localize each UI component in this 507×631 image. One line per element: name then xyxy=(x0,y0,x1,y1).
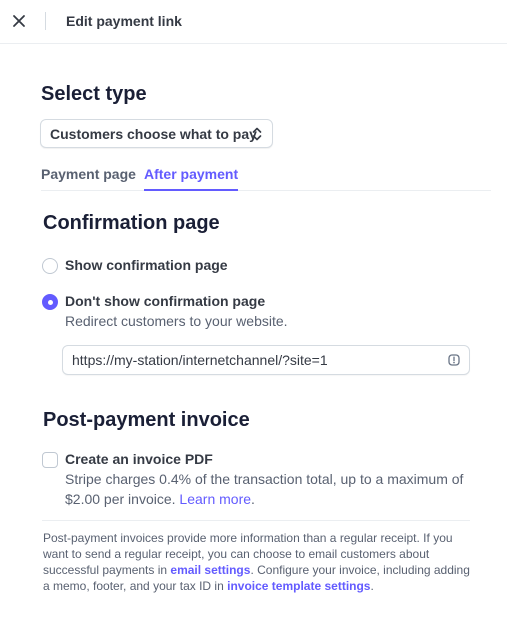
header-bar: Edit payment link xyxy=(0,0,507,44)
radio-dont-show-confirmation[interactable]: Don't show confirmation page xyxy=(42,293,265,310)
payment-type-value: Customers choose what to pay xyxy=(50,125,257,142)
redirect-description: Redirect customers to your website. xyxy=(65,313,288,329)
post-payment-invoice-heading: Post-payment invoice xyxy=(43,409,250,431)
tab-payment-page[interactable]: Payment page xyxy=(41,166,136,191)
invoice-fee-text: Stripe charges 0.4% of the transaction t… xyxy=(65,471,464,507)
divider xyxy=(42,520,470,521)
select-type-heading: Select type xyxy=(41,83,147,105)
confirmation-page-heading: Confirmation page xyxy=(43,212,220,234)
tab-bar: Payment page After payment xyxy=(41,166,491,191)
close-icon xyxy=(13,15,25,27)
info-icon[interactable] xyxy=(448,354,460,366)
redirect-url-input[interactable] xyxy=(72,352,442,368)
radio-label: Don't show confirmation page xyxy=(65,293,266,309)
radio-button[interactable] xyxy=(42,258,58,274)
footer-note: Post-payment invoices provide more infor… xyxy=(43,530,473,594)
create-invoice-checkbox-row[interactable]: Create an invoice PDF xyxy=(42,451,213,468)
radio-show-confirmation[interactable]: Show confirmation page xyxy=(42,257,228,274)
tab-after-payment[interactable]: After payment xyxy=(144,166,239,191)
invoice-template-settings-link[interactable]: invoice template settings xyxy=(227,579,370,593)
create-invoice-checkbox[interactable] xyxy=(42,452,58,468)
payment-type-select[interactable]: Customers choose what to pay xyxy=(40,119,273,148)
note-text: . xyxy=(370,579,374,593)
radio-label: Show confirmation page xyxy=(65,257,228,273)
learn-more-link[interactable]: Learn more xyxy=(179,491,251,507)
redirect-url-field[interactable] xyxy=(62,345,470,375)
chevron-up-down-icon xyxy=(252,127,262,141)
radio-button-selected[interactable] xyxy=(42,294,58,310)
header-divider xyxy=(45,12,46,30)
invoice-description: Stripe charges 0.4% of the transaction t… xyxy=(65,469,475,509)
checkbox-label: Create an invoice PDF xyxy=(65,451,213,467)
invoice-desc-end: . xyxy=(251,491,255,507)
close-button[interactable] xyxy=(8,10,30,32)
email-settings-link[interactable]: email settings xyxy=(170,563,250,577)
page-title: Edit payment link xyxy=(66,13,182,29)
